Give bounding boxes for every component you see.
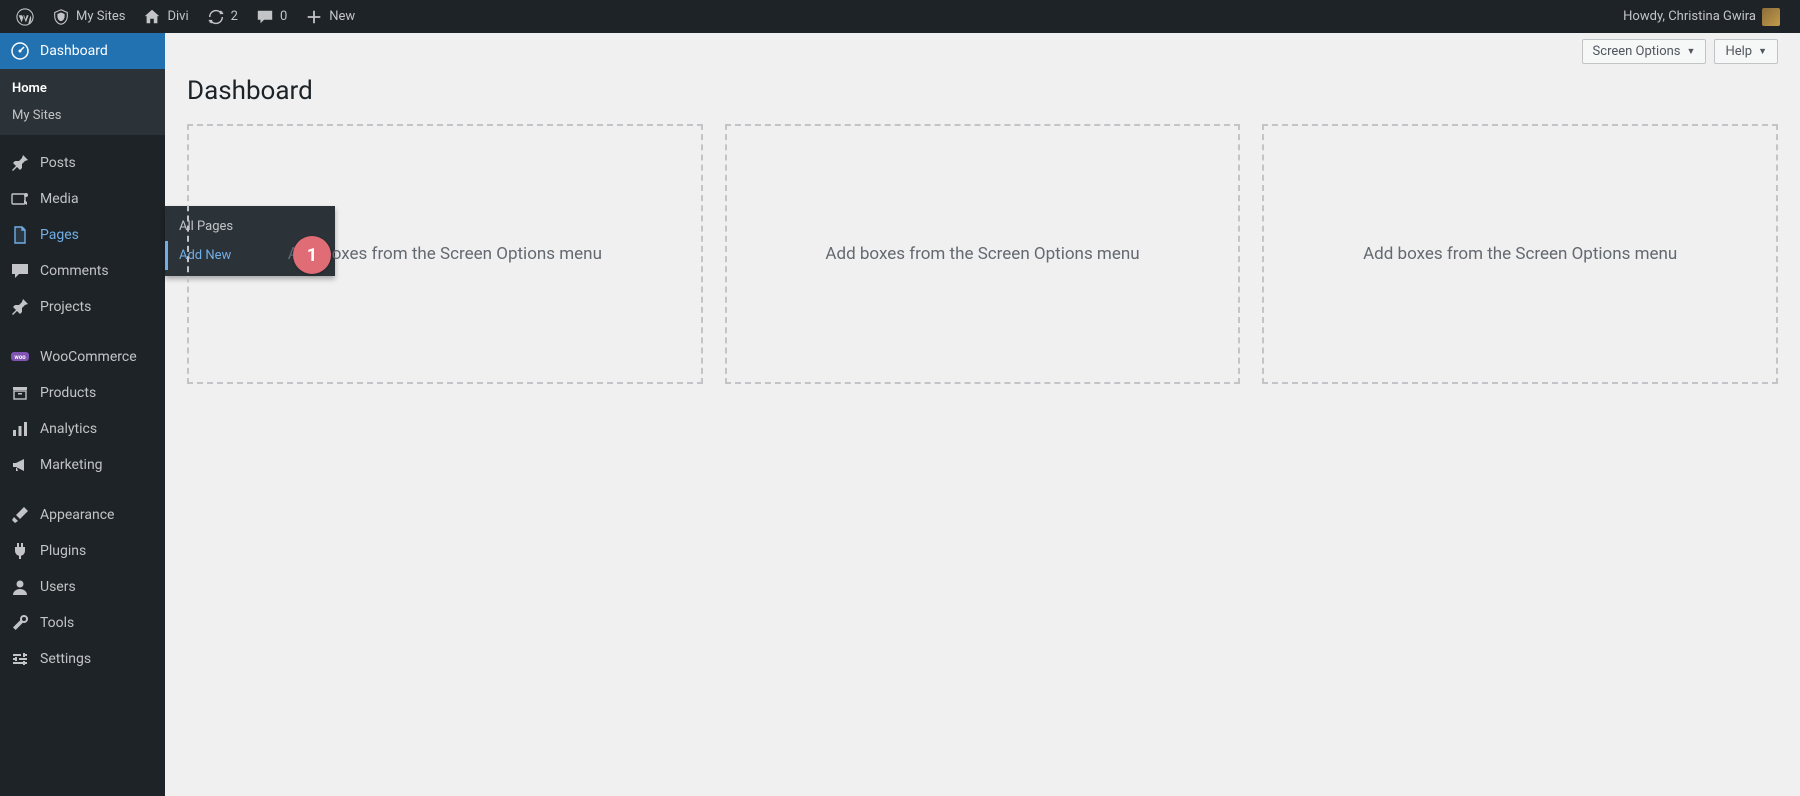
plug-icon: [10, 541, 30, 561]
menu-appearance[interactable]: Appearance: [0, 497, 165, 533]
menu-plugins-label: Plugins: [40, 543, 86, 559]
menu-marketing[interactable]: Marketing: [0, 447, 165, 483]
menu-users-label: Users: [40, 579, 76, 595]
top-controls: Screen Options ▼ Help ▼: [187, 33, 1778, 70]
dashboard-widget-row: Add boxes from the Screen Options menu A…: [187, 124, 1778, 384]
updates-count: 2: [231, 9, 238, 24]
menu-settings[interactable]: Settings: [0, 641, 165, 677]
menu-pages-label: Pages: [40, 227, 79, 243]
help-label: Help: [1725, 44, 1752, 59]
menu-marketing-label: Marketing: [40, 457, 103, 473]
menu-comments[interactable]: Comments: [0, 253, 165, 289]
submenu-home[interactable]: Home: [0, 75, 165, 102]
home-icon: [143, 8, 161, 26]
comments-menu[interactable]: 0: [248, 0, 295, 33]
sliders-icon: [10, 649, 30, 669]
archive-icon: [10, 383, 30, 403]
page-icon: [10, 225, 30, 245]
chevron-down-icon: ▼: [1687, 46, 1696, 57]
screen-options-button[interactable]: Screen Options ▼: [1582, 39, 1707, 64]
brush-icon: [10, 505, 30, 525]
wp-logo-menu[interactable]: [8, 0, 42, 33]
comments-count: 0: [280, 9, 287, 24]
menu-appearance-label: Appearance: [40, 507, 114, 523]
admin-bar: My Sites Divi 2 0 New Howdy, Christina G…: [0, 0, 1800, 33]
multisite-icon: [52, 8, 70, 26]
menu-posts-label: Posts: [40, 155, 76, 171]
account-menu[interactable]: Howdy, Christina Gwira: [1615, 0, 1788, 33]
my-sites-label: My Sites: [76, 9, 125, 24]
my-sites-menu[interactable]: My Sites: [44, 0, 133, 33]
menu-dashboard-label: Dashboard: [40, 43, 108, 59]
new-label: New: [329, 9, 355, 24]
menu-tools[interactable]: Tools: [0, 605, 165, 641]
svg-text:woo: woo: [14, 354, 26, 361]
submenu-my-sites[interactable]: My Sites: [0, 102, 165, 129]
menu-comments-label: Comments: [40, 263, 109, 279]
new-content-menu[interactable]: New: [297, 0, 363, 33]
menu-media-label: Media: [40, 191, 79, 207]
plus-icon: [305, 8, 323, 26]
menu-woocommerce[interactable]: woo WooCommerce: [0, 339, 165, 375]
menu-analytics[interactable]: Analytics: [0, 411, 165, 447]
wordpress-icon: [16, 8, 34, 26]
site-name-menu[interactable]: Divi: [135, 0, 196, 33]
menu-products[interactable]: Products: [0, 375, 165, 411]
menu-products-label: Products: [40, 385, 96, 401]
comment-icon: [10, 261, 30, 281]
menu-posts[interactable]: Posts: [0, 145, 165, 181]
admin-bar-right: Howdy, Christina Gwira: [1615, 0, 1792, 33]
admin-sidebar: Dashboard Home My Sites Posts Media Page…: [0, 33, 165, 796]
dashboard-submenu: Home My Sites: [0, 69, 165, 135]
screen-options-label: Screen Options: [1593, 44, 1681, 59]
avatar: [1762, 8, 1780, 26]
chart-icon: [10, 419, 30, 439]
widget-placeholder: Add boxes from the Screen Options menu: [1262, 124, 1778, 384]
menu-tools-label: Tools: [40, 615, 74, 631]
chevron-down-icon: ▼: [1758, 46, 1767, 57]
media-icon: [10, 189, 30, 209]
user-icon: [10, 577, 30, 597]
menu-projects[interactable]: Projects: [0, 289, 165, 325]
menu-pages[interactable]: Pages: [0, 217, 165, 253]
help-button[interactable]: Help ▼: [1714, 39, 1778, 64]
main-content: Screen Options ▼ Help ▼ Dashboard Add bo…: [165, 33, 1800, 796]
site-name-label: Divi: [167, 9, 188, 24]
menu-users[interactable]: Users: [0, 569, 165, 605]
menu-settings-label: Settings: [40, 651, 91, 667]
menu-woocommerce-label: WooCommerce: [40, 349, 137, 365]
widget-placeholder: Add boxes from the Screen Options menu: [725, 124, 1241, 384]
refresh-icon: [207, 8, 225, 26]
megaphone-icon: [10, 455, 30, 475]
widget-placeholder: Add boxes from the Screen Options menu: [187, 124, 703, 384]
comment-icon: [256, 8, 274, 26]
wrench-icon: [10, 613, 30, 633]
callout-badge: 1: [293, 236, 331, 274]
menu-media[interactable]: Media: [0, 181, 165, 217]
page-title: Dashboard: [187, 70, 1778, 124]
updates-menu[interactable]: 2: [199, 0, 246, 33]
pin-icon: [10, 153, 30, 173]
pin-icon: [10, 297, 30, 317]
admin-bar-left: My Sites Divi 2 0 New: [8, 0, 363, 33]
menu-analytics-label: Analytics: [40, 421, 97, 437]
howdy-text: Howdy, Christina Gwira: [1623, 9, 1756, 24]
menu-dashboard[interactable]: Dashboard: [0, 33, 165, 69]
dashboard-icon: [10, 41, 30, 61]
woo-icon: woo: [10, 347, 30, 367]
menu-plugins[interactable]: Plugins: [0, 533, 165, 569]
menu-projects-label: Projects: [40, 299, 91, 315]
